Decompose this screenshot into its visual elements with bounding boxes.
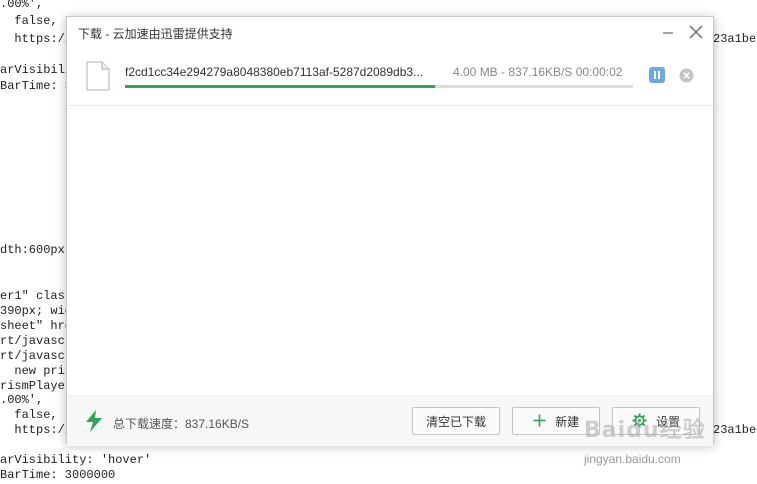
clear-downloaded-button[interactable]: 清空已下载	[412, 407, 500, 435]
task-filename: f2cd1cc34e294279a8048380eb7113af-5287d20…	[125, 65, 424, 79]
lightning-icon	[85, 410, 103, 437]
code-line: 390px; wid	[0, 304, 73, 318]
download-dialog: 下载 - 云加速由迅雷提供支持 f2cd1cc34e294279a8048380…	[66, 16, 714, 446]
close-icon	[687, 23, 705, 41]
code-line: 23a1be2	[713, 32, 757, 46]
remove-icon	[679, 68, 694, 83]
clear-downloaded-label: 清空已下载	[425, 414, 486, 429]
file-icon	[86, 61, 110, 96]
task-progress-bar	[125, 85, 633, 88]
gear-icon	[632, 413, 647, 428]
code-line: .00%',	[0, 393, 44, 407]
task-progress-fill	[125, 85, 435, 88]
download-task-row[interactable]: f2cd1cc34e294279a8048380eb7113af-5287d20…	[67, 47, 713, 106]
pause-button[interactable]	[649, 67, 665, 83]
dialog-titlebar[interactable]: 下载 - 云加速由迅雷提供支持	[67, 17, 713, 47]
new-download-button[interactable]: 新建	[512, 407, 600, 435]
code-line: BarTime: 3000000	[0, 468, 116, 482]
minimize-icon	[659, 23, 677, 41]
plus-icon	[533, 414, 546, 427]
code-line: er1" class	[0, 289, 73, 303]
settings-button[interactable]: 设置	[612, 407, 700, 435]
total-speed-label: 总下载速度：837.16KB/S	[113, 417, 250, 431]
code-line: false,	[0, 14, 58, 28]
task-size-speed-time: 4.00 MB - 837.16KB/S 00:00:02	[453, 65, 623, 79]
minimize-button[interactable]	[659, 23, 677, 41]
dialog-footer: 总下载速度：837.16KB/S 清空已下载 新建 设置	[67, 395, 713, 446]
new-download-label: 新建	[555, 414, 580, 429]
code-line: arVisibility: 'hover'	[0, 453, 152, 467]
code-line: .00%',	[0, 0, 44, 11]
close-button[interactable]	[687, 23, 705, 41]
settings-label: 设置	[656, 414, 681, 429]
dialog-title: 下载 - 云加速由迅雷提供支持	[78, 27, 233, 41]
code-line: 23a1be2	[713, 423, 757, 437]
code-line: false,	[0, 408, 58, 422]
remove-task-button[interactable]	[679, 68, 694, 83]
